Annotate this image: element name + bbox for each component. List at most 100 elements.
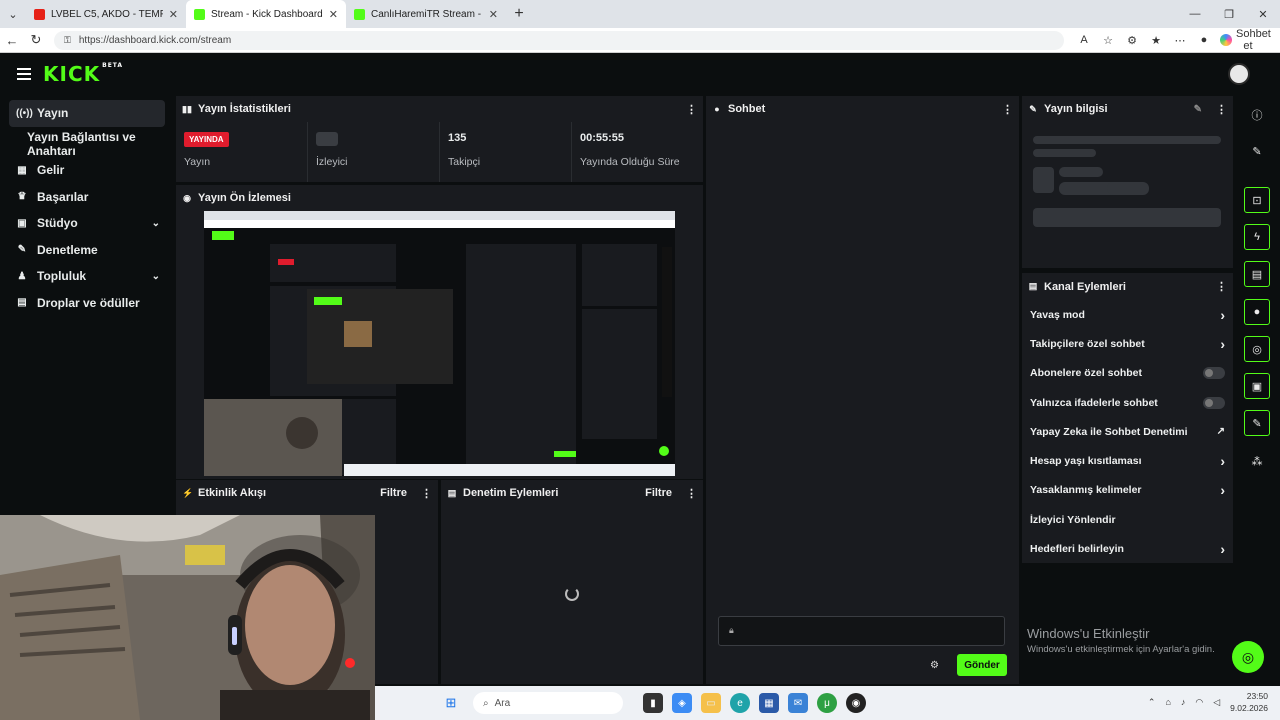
sidebar-item-yayin[interactable]: ((•)) Yayın: [9, 100, 165, 127]
lightning-icon[interactable]: ϟ: [1244, 224, 1270, 250]
close-window-icon[interactable]: ✕: [1246, 0, 1280, 28]
outlook-icon[interactable]: ✉: [788, 693, 808, 713]
action-followers-only[interactable]: Takipçilere özel sohbet ›: [1022, 329, 1233, 358]
network-icon[interactable]: ⌂: [1165, 697, 1170, 707]
monitor-icon[interactable]: ▣: [1244, 373, 1270, 399]
kick-logo[interactable]: KICK BETA: [43, 62, 123, 86]
file-explorer-icon[interactable]: ▭: [701, 693, 721, 713]
more-options-icon[interactable]: ⋮: [421, 487, 432, 500]
more-options-icon[interactable]: ⋮: [1216, 103, 1227, 116]
browser-tab-youtube[interactable]: LVBEL C5, AKDO - TEMPO - YouTu ✕: [26, 0, 186, 28]
panel-title: Etkinlik Akışı: [198, 487, 267, 499]
browser-tab-dashboard[interactable]: Stream - Kick Dashboard ✕: [186, 0, 346, 28]
copilot-app-icon[interactable]: ◈: [672, 693, 692, 713]
subscribers-only-toggle[interactable]: [1203, 367, 1225, 380]
kick-favicon-icon: [354, 8, 365, 20]
screenshot-icon[interactable]: ⊡: [1244, 187, 1270, 213]
tab-list-dropdown[interactable]: ⌄: [0, 0, 26, 28]
new-tab-button[interactable]: +: [506, 0, 532, 28]
info-icon[interactable]: ⓘ: [1244, 102, 1270, 128]
obs-icon[interactable]: ◉: [846, 693, 866, 713]
chat-input[interactable]: 🔒︎: [718, 616, 1005, 646]
taskbar-search-input[interactable]: ⌕ Ara: [473, 692, 623, 714]
kick-favicon-icon: [194, 8, 205, 20]
store-icon[interactable]: ▦: [759, 693, 779, 713]
action-slow-mode[interactable]: Yavaş mod ›: [1022, 300, 1233, 329]
sidebar-item-label: Başarılar: [37, 189, 89, 204]
stream-preview-video[interactable]: [204, 211, 675, 476]
action-redirect-viewers[interactable]: İzleyici Yönlendir: [1022, 505, 1233, 534]
chevron-down-icon[interactable]: ⌄: [152, 218, 160, 229]
menu-icon[interactable]: [17, 65, 31, 83]
stat-uptime: 00:55:55 Yayında Olduğu Süre: [572, 122, 703, 182]
filter-button[interactable]: Filtre: [380, 487, 407, 499]
utorrent-icon[interactable]: μ: [817, 693, 837, 713]
emotes-only-toggle[interactable]: [1203, 396, 1225, 409]
settings-gear-icon[interactable]: ⚙: [930, 660, 939, 671]
windows-start-icon[interactable]: ⊞: [441, 693, 461, 713]
more-icon[interactable]: ⋯: [1168, 34, 1192, 47]
loading-placeholder: [1107, 182, 1149, 195]
sidebar-item-gelir[interactable]: ▦ Gelir: [0, 157, 172, 184]
filter-button[interactable]: Filtre: [645, 487, 672, 499]
wifi-icon[interactable]: ◠: [1195, 697, 1203, 708]
kick-header: KICK BETA: [0, 54, 1280, 94]
read-aloud-icon[interactable]: A: [1072, 34, 1096, 46]
chevron-down-icon[interactable]: ⌄: [152, 271, 160, 282]
more-options-icon[interactable]: ⋮: [1002, 103, 1013, 116]
right-tool-rail: ⓘ ✎ ⊡ ϟ ▤ ● ◎ ▣ ✎ ⁂: [1236, 96, 1278, 516]
sidebar-item-topluluk[interactable]: ♟ Topluluk ⌄: [0, 263, 172, 290]
extensions-icon[interactable]: ⚙: [1120, 34, 1144, 47]
avatar[interactable]: [1228, 63, 1250, 85]
favorites-icon[interactable]: ★: [1144, 34, 1168, 47]
close-tab-icon[interactable]: ✕: [489, 8, 498, 21]
copilot-button[interactable]: Sohbet et: [1220, 28, 1271, 52]
document-icon[interactable]: ▤: [1244, 261, 1270, 287]
send-button[interactable]: Gönder: [957, 654, 1007, 676]
sidebar-item-droplar[interactable]: ▤ Droplar ve ödüller: [0, 290, 172, 317]
edit-pencil-icon[interactable]: ✎: [1244, 138, 1270, 164]
lock-icon: 🔒︎: [729, 625, 734, 635]
favorite-star-icon[interactable]: ☆: [1096, 34, 1120, 47]
action-account-age[interactable]: Hesap yaşı kısıtlaması ›: [1022, 446, 1233, 475]
site-info-icon[interactable]: ⚿: [64, 35, 71, 46]
action-label: Takipçilere özel sohbet: [1030, 337, 1145, 350]
stat-label: Takipçi: [448, 156, 481, 168]
minimize-icon[interactable]: —: [1178, 0, 1212, 28]
close-tab-icon[interactable]: ✕: [329, 8, 338, 21]
profile-icon[interactable]: ●: [1192, 34, 1216, 46]
sidebar-item-stream-key[interactable]: Yayın Bağlantısı ve Anahtarı: [0, 130, 172, 158]
activation-subtitle: Windows'u etkinleştirmek için Ayarlar'a …: [1027, 644, 1215, 655]
channel-actions-panel: ▤ Kanal Eylemleri ⋮ Yavaş mod › Takipçil…: [1022, 273, 1233, 563]
more-options-icon[interactable]: ⋮: [686, 103, 697, 116]
edge-browser-icon[interactable]: e: [730, 693, 750, 713]
url-field[interactable]: ⚿ https://dashboard.kick.com/stream: [54, 30, 1064, 50]
broadcast-icon[interactable]: ◎: [1244, 336, 1270, 362]
widgets-icon[interactable]: ⁂: [1244, 448, 1270, 474]
sidebar-item-studyo[interactable]: ▣ Stüdyo ⌄: [0, 210, 172, 237]
restore-icon[interactable]: ❐: [1212, 0, 1246, 28]
action-banned-words[interactable]: Yasaklanmış kelimeler ›: [1022, 476, 1233, 505]
panel-title: Yayın bilgisi: [1044, 103, 1108, 115]
browser-tab-stream[interactable]: CanlıHaremiTR Stream - Watch L ✕: [346, 0, 506, 28]
browser-toolbar: A ☆ ⚙ ★ ⋯ ● Sohbet et: [1072, 28, 1271, 52]
back-icon[interactable]: ←: [0, 28, 24, 53]
chevron-up-icon[interactable]: ⌃: [1148, 697, 1156, 708]
action-ai-moderation[interactable]: Yapay Zeka ile Sohbet Denetimi ↗: [1022, 417, 1233, 446]
sidebar-item-basarilar[interactable]: ♛ Başarılar: [0, 184, 172, 211]
more-options-icon[interactable]: ⋮: [1216, 280, 1227, 293]
more-options-icon[interactable]: ⋮: [686, 487, 697, 500]
clock[interactable]: 23:50 9.02.2026: [1230, 690, 1268, 714]
task-view-icon[interactable]: ▮: [643, 693, 663, 713]
refresh-icon[interactable]: ↻: [24, 28, 48, 53]
sidebar-item-denetleme[interactable]: ✎ Denetleme: [0, 237, 172, 264]
support-button[interactable]: ◎: [1232, 641, 1264, 673]
volume-icon[interactable]: ◁: [1213, 697, 1220, 708]
sidebar-item-label: Gelir: [37, 163, 65, 178]
microphone-icon[interactable]: ♪: [1181, 697, 1186, 707]
close-tab-icon[interactable]: ✕: [169, 8, 178, 21]
edit-pencil-icon[interactable]: ✎: [1194, 104, 1202, 115]
action-set-goals[interactable]: Hedefleri belirleyin ›: [1022, 534, 1233, 563]
wrench-icon[interactable]: ✎: [1244, 410, 1270, 436]
chat-bubble-icon[interactable]: ●: [1244, 299, 1270, 325]
